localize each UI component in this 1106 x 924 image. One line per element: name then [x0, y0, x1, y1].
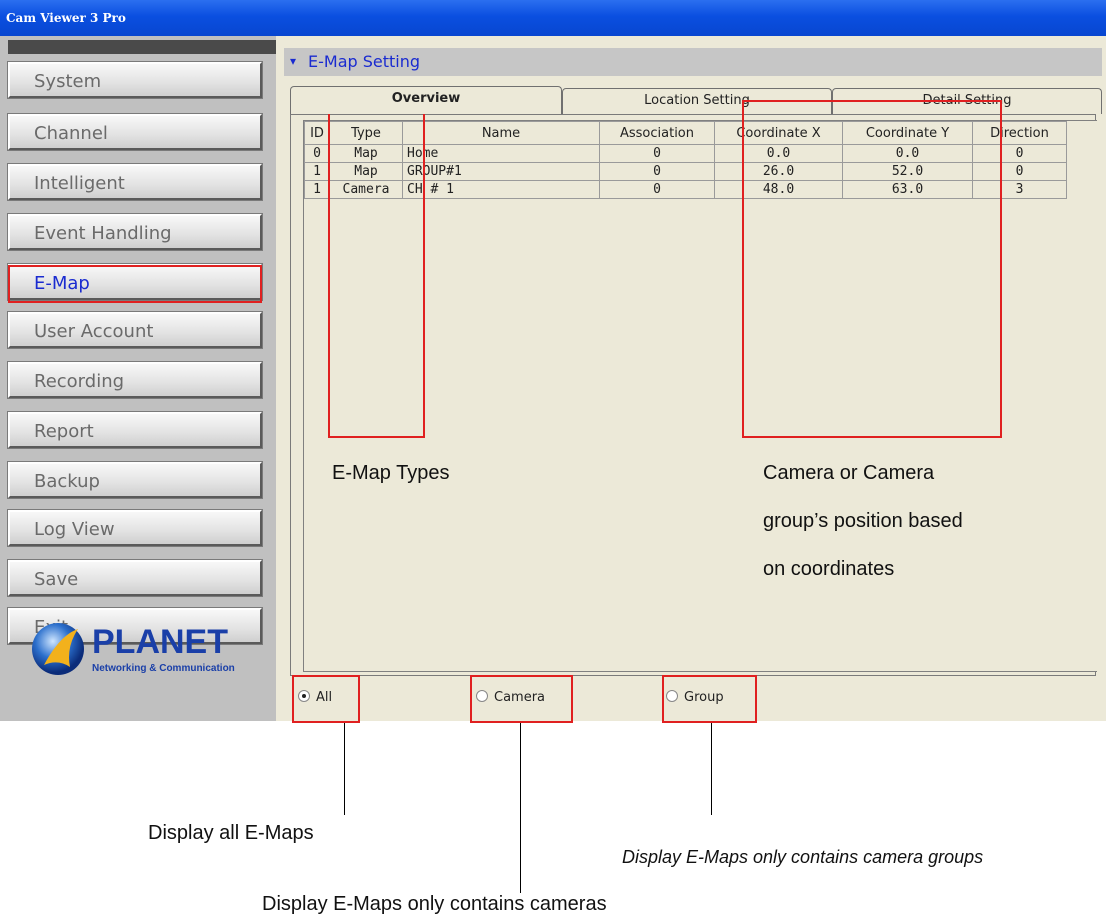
cell-association: 0 [599, 144, 715, 163]
tab-overview[interactable]: Overview [290, 86, 562, 114]
leader-line-camera [520, 723, 521, 893]
highlight-e-map [8, 265, 262, 303]
cell-id: 0 [304, 144, 330, 163]
sidebar-item-label: Intelligent [34, 173, 125, 194]
highlight-group-filter [662, 675, 757, 723]
highlight-coordinate-columns [742, 100, 1002, 438]
cell-name: CH # 1 [402, 180, 600, 199]
sidebar-item-intelligent[interactable]: Intelligent [7, 163, 263, 201]
cell-association: 0 [599, 180, 715, 199]
annotation-display-cameras: Display E-Maps only contains cameras [262, 893, 607, 915]
highlight-camera-filter [470, 675, 573, 723]
window-title: Cam Viewer 3 Pro [6, 11, 126, 25]
sidebar-item-label: Backup [34, 471, 100, 492]
sidebar-item-log-view[interactable]: Log View [7, 509, 263, 547]
sidebar-item-report[interactable]: Report [7, 411, 263, 449]
column-header-association[interactable]: Association [599, 121, 715, 145]
sidebar-item-event-handling[interactable]: Event Handling [7, 213, 263, 251]
sidebar-item-label: Save [34, 569, 79, 590]
sidebar-item-label: Channel [34, 123, 108, 144]
annotation-display-groups: Display E-Maps only contains camera grou… [622, 847, 984, 867]
annotation-display-all: Display all E-Maps [148, 822, 314, 844]
sidebar-item-recording[interactable]: Recording [7, 361, 263, 399]
cell-id: 1 [304, 180, 330, 199]
sidebar-item-backup[interactable]: Backup [7, 461, 263, 499]
cell-name: Home [402, 144, 600, 163]
sidebar-item-label: System [34, 71, 102, 92]
highlight-type-column [328, 100, 425, 438]
annotation-coords-line3: on coordinates [763, 558, 895, 580]
logo-brand: PLANET [92, 623, 228, 661]
sidebar-item-label: Report [34, 421, 94, 442]
section-title: E-Map Setting [308, 52, 421, 71]
save-button[interactable]: Save [7, 559, 263, 597]
cell-name: GROUP#1 [402, 162, 600, 181]
cell-id: 1 [304, 162, 330, 181]
sidebar-item-label: Event Handling [34, 223, 172, 244]
leader-line-all [344, 723, 345, 815]
title-bar: Cam Viewer 3 Pro [0, 0, 1106, 36]
planet-logo: PLANET Networking & Communication [32, 623, 235, 675]
highlight-all-filter [292, 675, 360, 723]
sidebar-item-label: Log View [34, 519, 115, 540]
cell-association: 0 [599, 162, 715, 181]
annotation-coords-line2: group’s position based [763, 510, 963, 532]
sidebar-item-label: User Account [34, 321, 154, 342]
sidebar-item-system[interactable]: System [7, 61, 263, 99]
column-header-name[interactable]: Name [402, 121, 600, 145]
logo-tagline: Networking & Communication [92, 663, 235, 674]
column-header-id[interactable]: ID [304, 121, 330, 145]
sidebar-item-label: Recording [34, 371, 125, 392]
sidebar-item-channel[interactable]: Channel [7, 113, 263, 151]
section-icon: ▾ [290, 54, 297, 68]
annotation-emap-types: E-Map Types [332, 462, 450, 484]
sidebar-item-user-account[interactable]: User Account [7, 311, 263, 349]
section-header: ▾ E-Map Setting [284, 48, 1102, 76]
leader-line-group [711, 723, 712, 815]
sidebar-top-bar [8, 40, 276, 54]
annotation-coords-line1: Camera or Camera [763, 462, 935, 484]
